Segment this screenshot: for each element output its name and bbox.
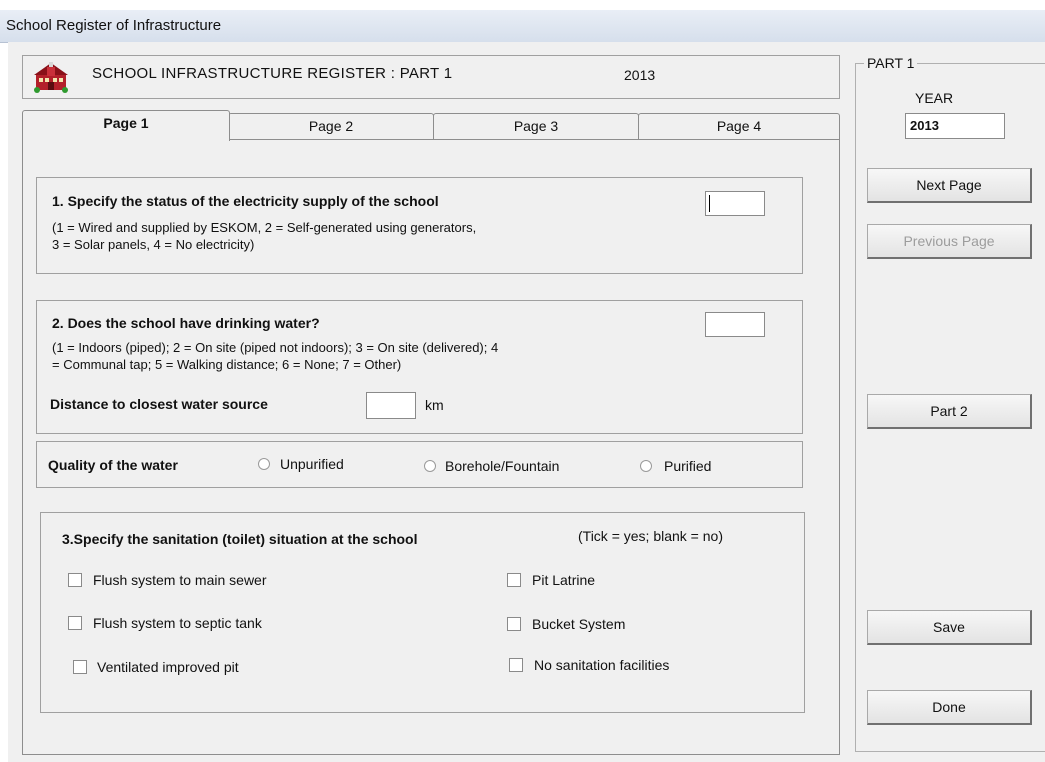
checkbox-ventilated-pit-label: Ventilated improved pit: [97, 659, 239, 675]
sanitation-question: 3.Specify the sanitation (toilet) situat…: [62, 531, 418, 547]
radio-purified[interactable]: [640, 460, 652, 472]
distance-input[interactable]: [366, 392, 416, 419]
sanitation-legend: (Tick = yes; blank = no): [578, 528, 723, 544]
save-button[interactable]: Save: [867, 610, 1032, 645]
register-title: SCHOOL INFRASTRUCTURE REGISTER : PART 1: [92, 65, 453, 82]
checkbox-flush-main-sewer-label: Flush system to main sewer: [93, 572, 267, 588]
radio-borehole-fountain-label: Borehole/Fountain: [445, 458, 560, 474]
next-page-button[interactable]: Next Page: [867, 168, 1032, 203]
radio-unpurified-label: Unpurified: [280, 456, 344, 472]
year-label: YEAR: [915, 90, 954, 106]
checkbox-no-sanitation-label: No sanitation facilities: [534, 657, 670, 673]
tab-page-4-label: Page 4: [716, 118, 762, 134]
drinking-water-hint-line-1: (1 = Indoors (piped); 2 = On site (piped…: [52, 340, 499, 355]
checkbox-flush-main-sewer[interactable]: [68, 573, 82, 587]
radio-purified-label: Purified: [664, 458, 712, 474]
checkbox-ventilated-pit[interactable]: [73, 660, 87, 674]
checkbox-bucket-system[interactable]: [507, 617, 521, 631]
text-cursor: [709, 195, 710, 212]
water-quality-label: Quality of the water: [48, 457, 178, 473]
electricity-hint-line-1: (1 = Wired and supplied by ESKOM, 2 = Se…: [52, 220, 477, 235]
checkbox-pit-latrine[interactable]: [507, 573, 521, 587]
part1-group-label: PART 1: [864, 55, 918, 71]
tab-page-1-label: Page 1: [103, 115, 149, 131]
radio-borehole-fountain[interactable]: [424, 460, 436, 472]
year-input-value: 2013: [910, 118, 939, 133]
checkbox-flush-septic-tank-label: Flush system to septic tank: [93, 615, 262, 631]
tab-page-1[interactable]: Page 1: [22, 110, 230, 141]
checkbox-pit-latrine-label: Pit Latrine: [532, 572, 596, 588]
done-button[interactable]: Done: [867, 690, 1032, 725]
drinking-water-question: 2. Does the school have drinking water?: [52, 315, 320, 331]
tab-page-4[interactable]: Page 4: [638, 113, 840, 139]
part2-button[interactable]: Part 2: [867, 394, 1032, 429]
distance-label: Distance to closest water source: [50, 396, 268, 412]
electricity-hint-line-2: 3 = Solar panels, 4 = No electricity): [52, 237, 255, 252]
window-title: School Register of Infrastructure: [6, 17, 222, 34]
checkbox-bucket-system-label: Bucket System: [532, 616, 626, 632]
checkbox-flush-septic-tank[interactable]: [68, 616, 82, 630]
previous-page-button[interactable]: Previous Page: [867, 224, 1032, 259]
tab-page-2-label: Page 2: [308, 118, 354, 134]
drinking-water-hint-line-2: = Communal tap; 5 = Walking distance; 6 …: [52, 357, 402, 372]
register-year: 2013: [624, 67, 656, 83]
window-title-bar: School Register of Infrastructure: [0, 10, 1045, 43]
electricity-code-input[interactable]: [705, 191, 765, 216]
drinking-water-code-input[interactable]: [705, 312, 765, 337]
tab-page-2[interactable]: Page 2: [228, 113, 434, 139]
checkbox-no-sanitation[interactable]: [509, 658, 523, 672]
distance-unit: km: [425, 397, 444, 413]
electricity-question: 1. Specify the status of the electricity…: [52, 193, 439, 209]
tab-page-3-label: Page 3: [513, 118, 559, 134]
radio-unpurified[interactable]: [258, 458, 270, 470]
year-input[interactable]: 2013: [905, 113, 1005, 139]
school-building-icon: [34, 62, 68, 93]
tab-page-3[interactable]: Page 3: [433, 113, 639, 139]
